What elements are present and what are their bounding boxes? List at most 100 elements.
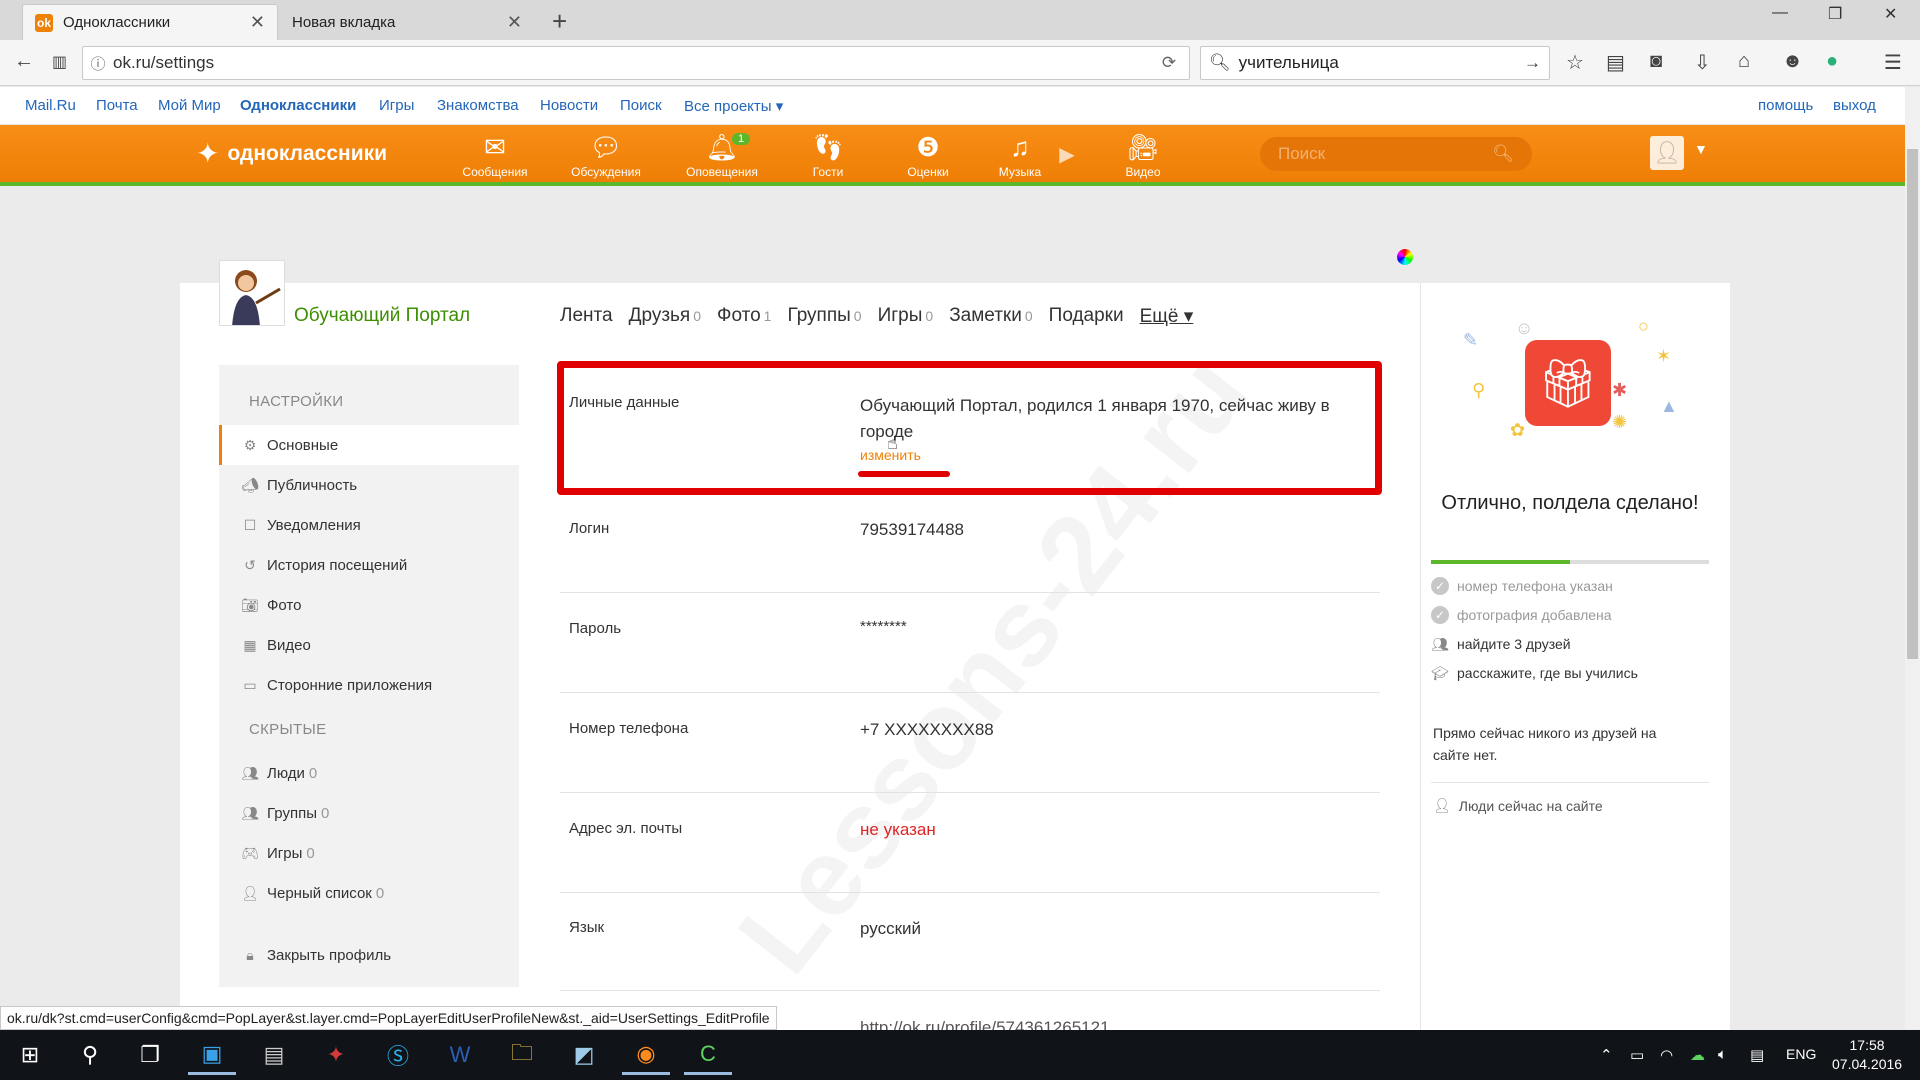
browser-search-bar[interactable]: 🔍︎ учительница → [1200,46,1550,80]
nav-messages[interactable]: ✉ Сообщения [445,131,545,179]
info-icon[interactable]: ⓘ [83,53,113,74]
link-pochta[interactable]: Почта [96,97,138,114]
tab-groups[interactable]: Группы 0 [787,305,861,328]
link-help[interactable]: помощь [1758,97,1813,114]
tab-notes[interactable]: Заметки 0 [949,305,1032,328]
sidebar-item-games[interactable]: 🎮︎ Игры 0 [219,833,519,873]
tab-gifts[interactable]: Подарки [1049,305,1124,328]
link-novosti[interactable]: Новости [540,97,598,114]
window-close-icon[interactable]: ✕ [1884,4,1897,24]
sidebar-item-history[interactable]: ↺ История посещений [219,545,519,585]
restore-icon[interactable]: ❐ [1828,4,1842,24]
sidebar-toggle-icon[interactable]: ▥ [52,52,67,72]
nav-notifications[interactable]: 🔔︎ 1 Оповещения [672,131,772,179]
chat-icon[interactable]: ☻ [1782,50,1803,73]
link-mailru[interactable]: Mail.Ru [25,97,76,114]
pocket-icon[interactable]: ◙ [1650,50,1662,73]
sidebar-item-video[interactable]: ▦ Видео [219,625,519,665]
password-value[interactable]: ******** [860,618,907,635]
download-icon[interactable]: ⇩ [1694,50,1711,75]
sidebar-item-blacklist[interactable]: 👤︎ Черный список 0 [219,873,519,913]
url-text[interactable]: ok.ru/settings [113,53,1149,73]
close-tab-icon[interactable]: ✕ [507,12,522,33]
email-value[interactable]: не указан [860,820,936,840]
firefox-icon[interactable]: ◉ [622,1035,670,1075]
minimize-icon[interactable]: — [1772,4,1788,22]
extension-icon[interactable]: ● [1826,50,1838,73]
tab-photos[interactable]: Фото 1 [717,305,771,328]
sidebar-item-photo[interactable]: 📷︎ Фото [219,585,519,625]
tab-feed[interactable]: Лента [560,305,613,328]
home-icon[interactable]: ⌂ [1738,50,1750,73]
sidebar-item-close-profile[interactable]: 🔒︎ Закрыть профиль [219,935,519,975]
battery-icon[interactable]: ▭ [1630,1046,1644,1064]
search-icon[interactable]: 🔍︎ [1492,144,1514,164]
phone-value[interactable]: +7 XXXXXXXX88 [860,720,994,740]
screen-recorder-icon[interactable]: ▣ [188,1035,236,1075]
login-value[interactable]: 79539174488 [860,520,964,540]
reading-list-icon[interactable]: ▤ [1606,50,1625,75]
sidebar-item-main[interactable]: ⚙ Основные [219,425,519,465]
ok-search-input[interactable]: Поиск 🔍︎ [1260,137,1532,171]
bookmark-star-icon[interactable]: ☆ [1566,50,1584,75]
search-icon[interactable]: ⚲ [66,1035,114,1075]
language-indicator[interactable]: ENG [1786,1046,1816,1062]
user-avatar-icon[interactable]: 👤︎ [1650,136,1684,170]
page-scrollbar[interactable] [1905,87,1920,1029]
volume-icon[interactable]: 🔈︎ [1718,1046,1727,1063]
go-arrow-icon[interactable]: → [1524,53,1541,73]
people-online-link[interactable]: 👤︎ Люди сейчас на сайте [1433,797,1603,814]
sidebar-item-notifications[interactable]: ☐ Уведомления [219,505,519,545]
link-igry[interactable]: Игры [379,97,414,114]
sidebar-item-publicity[interactable]: 📣︎ Публичность [219,465,519,505]
checklist-item[interactable]: 🎓︎ расскажите, где вы учились [1431,664,1638,682]
music-play-button[interactable]: ▶ [1042,139,1092,171]
tray-chevron-up-icon[interactable]: ⌃ [1600,1046,1613,1064]
nav-video[interactable]: 🎥︎ Видео [1093,131,1193,179]
link-logout[interactable]: выход [1833,97,1876,114]
sidebar-item-apps[interactable]: ▭ Сторонние приложения [219,665,519,705]
tab-friends[interactable]: Друзья 0 [629,305,701,328]
scrollbar-thumb[interactable] [1907,149,1918,659]
word-icon[interactable]: W [436,1035,484,1075]
chevron-down-icon[interactable]: ▼ [1694,141,1708,157]
address-bar[interactable]: ⓘ ok.ru/settings ⟳ [82,46,1190,80]
sidebar-item-groups[interactable]: 👥︎ Группы 0 [219,793,519,833]
task-view-icon[interactable]: ❐ [126,1035,174,1075]
game-app-icon[interactable]: ✦ [312,1035,360,1075]
file-explorer-icon[interactable]: 🗀︎ [498,1035,546,1075]
notepad-icon[interactable]: ◩ [560,1035,608,1075]
nav-guests[interactable]: 👣︎ Гости [778,131,878,179]
close-tab-icon[interactable]: ✕ [250,12,265,33]
app-icon[interactable]: ▤ [250,1035,298,1075]
sync-icon[interactable]: ☁ [1690,1046,1705,1064]
tab-odnoklassniki[interactable]: ok Одноклассники ✕ [22,4,278,40]
system-clock[interactable]: 17:58 07.04.2016 [1832,1036,1902,1074]
link-poisk[interactable]: Поиск [620,97,662,114]
wifi-icon[interactable]: ◠ [1660,1046,1673,1064]
menu-icon[interactable]: ☰ [1884,50,1902,75]
new-tab-button[interactable]: + [552,6,567,37]
link-all-projects[interactable]: Все проекты ▾ [684,97,783,115]
sidebar-item-people[interactable]: 👥︎ Люди 0 [219,753,519,793]
checklist-item[interactable]: 👥︎ найдите 3 друзей [1431,635,1571,653]
language-value[interactable]: русский [860,919,921,939]
back-arrow-icon[interactable]: ← [14,50,34,73]
search-query[interactable]: учительница [1239,53,1524,73]
action-center-icon[interactable]: ▤ [1750,1046,1764,1064]
nav-discussions[interactable]: 💬︎ Обсуждения [556,131,656,179]
link-moy-mir[interactable]: Мой Мир [158,97,221,114]
camtasia-icon[interactable]: C [684,1035,732,1075]
skype-icon[interactable]: Ⓢ [374,1035,422,1075]
link-odnoklassniki[interactable]: Одноклассники [240,97,356,114]
reload-icon[interactable]: ⟳ [1149,53,1189,73]
ok-logo[interactable]: ✦ одноклассники [196,137,387,170]
nav-ratings[interactable]: ❺ Оценки [878,131,978,179]
link-znakomstva[interactable]: Знакомства [437,97,519,114]
profile-name[interactable]: Обучающий Портал [294,305,470,327]
profile-avatar[interactable] [219,260,285,326]
tab-new-tab[interactable]: Новая вкладка ✕ [280,4,534,40]
windows-start-icon[interactable]: ⊞ [6,1035,54,1075]
tab-games[interactable]: Игры 0 [878,305,934,328]
tab-more[interactable]: Ещё ▾ [1140,305,1194,328]
